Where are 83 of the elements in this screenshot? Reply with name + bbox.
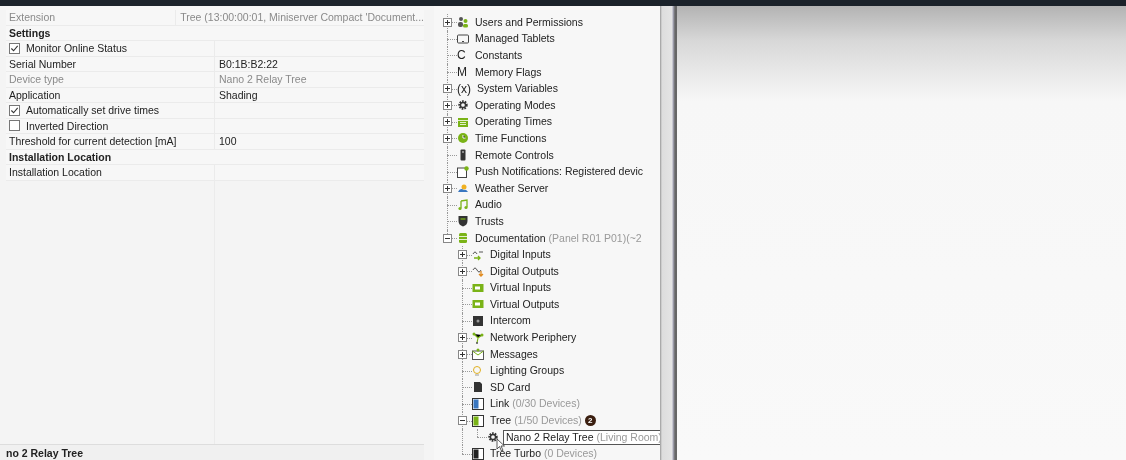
property-name: Application <box>9 88 61 101</box>
expand-button[interactable] <box>443 183 452 193</box>
property-value: B0:1B:B2:22 <box>219 57 278 70</box>
tree-item[interactable]: Memory Flags <box>473 64 544 80</box>
collapse-button[interactable] <box>443 233 452 243</box>
checkbox-label: Monitor Online Status <box>26 42 127 55</box>
shield-icon <box>457 215 469 228</box>
tree-item[interactable]: Documentation (Panel R01 P01)(~2 <box>473 230 644 246</box>
module-icon <box>472 281 484 294</box>
tree-item[interactable]: Lighting Groups <box>488 363 567 379</box>
expand-button[interactable] <box>443 117 452 127</box>
property-name: Threshold for current detection [mA] <box>9 135 177 148</box>
extension-icon <box>472 397 484 410</box>
tree-item[interactable]: Managed Tablets <box>473 31 557 47</box>
category-header: Installation Location <box>9 150 112 163</box>
tree-item[interactable]: Digital Inputs <box>488 247 553 263</box>
property-value: 100 <box>219 135 237 148</box>
scrollbar[interactable] <box>660 6 677 460</box>
tree-item-glyph: (x) <box>457 81 471 96</box>
expand-button[interactable] <box>443 17 452 27</box>
category-header: Settings <box>9 26 51 39</box>
expand-button[interactable] <box>458 266 467 276</box>
users-icon <box>457 16 469 29</box>
notification-icon <box>457 165 469 178</box>
server-icon <box>457 232 469 244</box>
tree-item[interactable]: Trusts <box>473 213 506 229</box>
tree-item[interactable]: Messages <box>488 346 540 362</box>
extension-icon <box>472 414 484 427</box>
sd-card-icon <box>472 381 484 394</box>
checkbox-label: Automatically set drive times <box>26 104 160 117</box>
tree-item[interactable]: Remote Controls <box>473 147 556 163</box>
checkbox[interactable] <box>9 42 20 54</box>
tree-item[interactable]: Digital Outputs <box>488 263 561 279</box>
tree-item[interactable]: SD Card <box>488 379 533 395</box>
collapse-button[interactable] <box>458 416 467 426</box>
tree-item-glyph: M <box>457 65 468 80</box>
expand-button[interactable] <box>443 100 452 110</box>
tree-item-glyph: C <box>457 48 467 63</box>
property-name: Device type <box>9 73 64 86</box>
tree-item[interactable]: Audio <box>473 197 504 213</box>
calendar-icon <box>457 115 469 128</box>
music-note-icon <box>457 198 469 211</box>
tree-item[interactable]: Virtual Inputs <box>488 280 554 296</box>
gear-icon <box>457 99 469 112</box>
tablet-icon <box>457 32 469 45</box>
tree-item[interactable]: Link (0/30 Devices) <box>488 396 582 412</box>
expand-button[interactable] <box>458 333 467 343</box>
tree-item[interactable]: Push Notifications: Registered devic <box>473 164 646 180</box>
tree-item[interactable]: Constants <box>473 48 525 63</box>
property-name: Serial Number <box>9 57 77 70</box>
network-icon <box>472 331 484 344</box>
tree-item[interactable]: Tree (1/50 Devices) <box>488 413 584 429</box>
expand-button[interactable] <box>458 250 467 260</box>
checkbox[interactable] <box>9 104 20 116</box>
input-icon <box>472 248 484 261</box>
tree-item[interactable]: Network Periphery <box>488 330 579 346</box>
tree-item[interactable]: Weather Server <box>473 180 551 196</box>
tree-item[interactable]: Virtual Outputs <box>488 296 562 312</box>
expand-button[interactable] <box>443 84 452 94</box>
weather-icon <box>457 182 469 195</box>
tree-item[interactable]: Users and Permissions <box>473 14 585 30</box>
tree-item[interactable]: Operating Times <box>473 114 555 130</box>
tree-item[interactable]: Tree Turbo (0 Devices) <box>488 446 599 460</box>
property-name: Installation Location <box>9 166 102 179</box>
property-value: Tree (13:00:00:01, Miniserver Compact 'Document... <box>180 11 424 24</box>
output-icon <box>472 265 484 278</box>
module-icon <box>472 298 484 311</box>
description-title: no 2 Relay Tree <box>6 446 84 459</box>
expand-button[interactable] <box>443 133 452 143</box>
tree-item[interactable]: Intercom <box>488 313 533 329</box>
tree-item[interactable]: Time Functions <box>473 130 549 146</box>
checkbox-label: Inverted Direction <box>26 119 109 132</box>
property-value: Nano 2 Relay Tree <box>219 73 307 86</box>
count-badge: 2 <box>584 415 596 427</box>
gear-icon <box>487 431 499 444</box>
checkbox[interactable] <box>9 120 20 132</box>
property-name: Extension <box>9 11 56 24</box>
messages-icon <box>472 348 484 361</box>
clock-icon <box>457 132 469 145</box>
expand-button[interactable] <box>458 349 467 359</box>
tree-item[interactable]: Operating Modes <box>473 97 558 113</box>
property-value: Shading <box>219 88 258 101</box>
tree-item[interactable]: System Variables <box>475 81 560 97</box>
